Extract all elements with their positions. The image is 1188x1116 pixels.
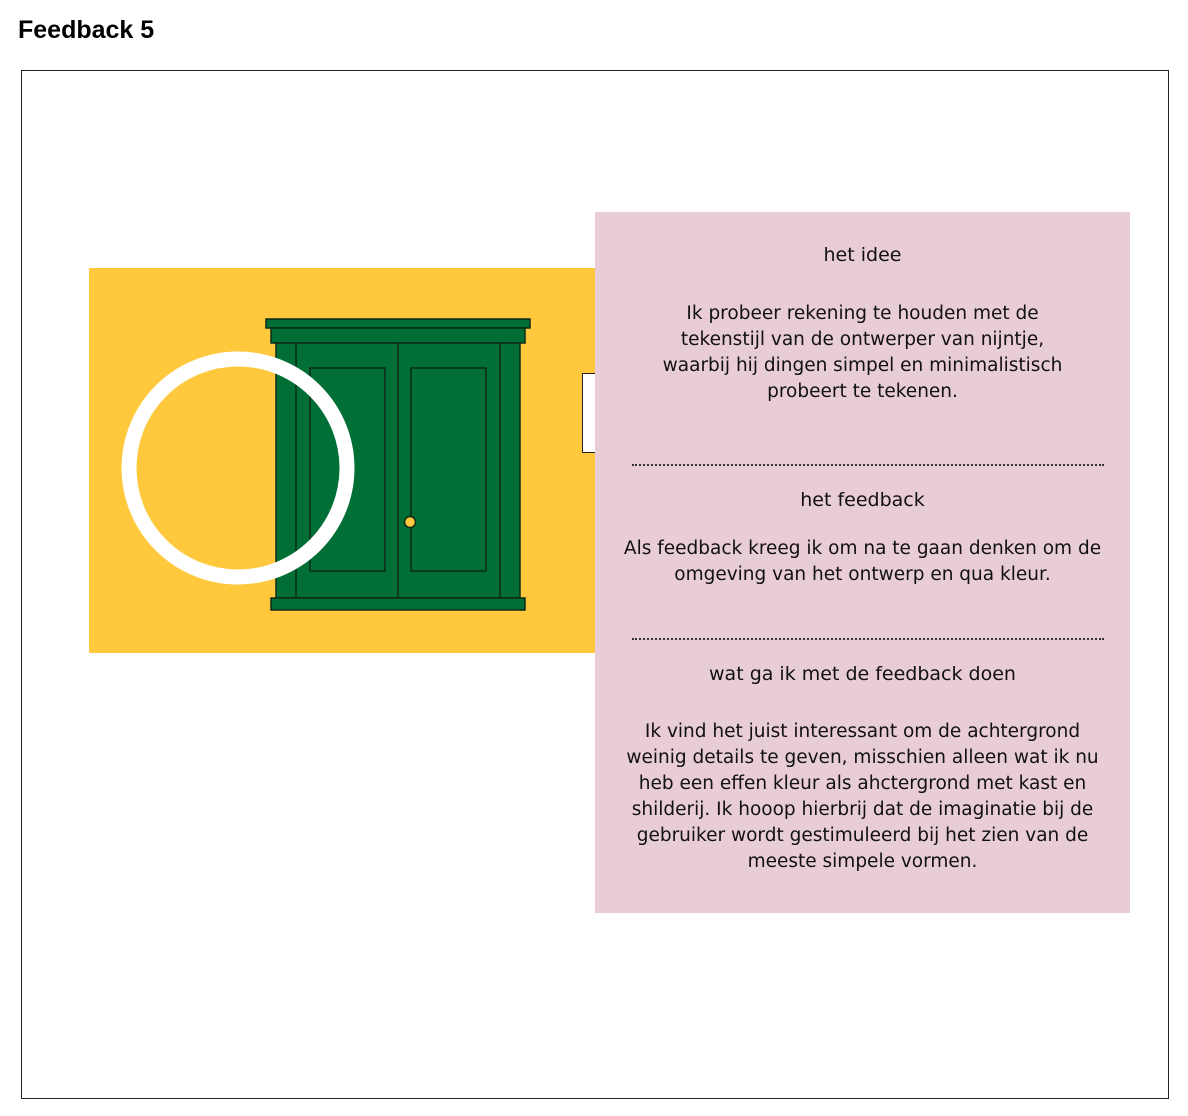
section-body-idea: Ik probeer rekening te houden met de tek…	[662, 303, 1063, 402]
section-divider	[632, 464, 1104, 466]
section-heading-idea: het idee	[823, 244, 902, 266]
section-heading-feedback: het feedback	[800, 489, 925, 511]
section-divider	[632, 638, 1104, 640]
section-body-feedback: Als feedback kreeg ik om na te gaan denk…	[623, 538, 1102, 585]
section-heading-plan: wat ga ik met de feedback doen	[709, 663, 1016, 685]
illustration-scene	[89, 268, 609, 653]
feedback-panel: het idee Ik probeer rekening te houden m…	[595, 212, 1130, 913]
cabinet-icon	[265, 318, 531, 611]
section-body-plan: Ik vind het juist interessant om de acht…	[626, 721, 1099, 872]
cabinet-illustration	[121, 318, 531, 611]
knob-icon	[403, 515, 417, 529]
page-title: Feedback 5	[18, 16, 155, 44]
